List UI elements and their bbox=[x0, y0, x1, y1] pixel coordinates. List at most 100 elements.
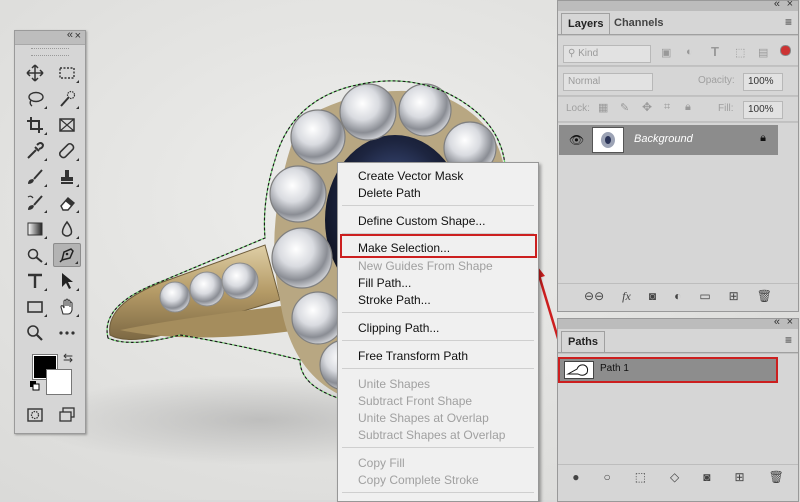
lock-transparent-icon[interactable]: ▦ bbox=[598, 101, 608, 114]
paths-panel-topbar[interactable]: « × bbox=[558, 316, 798, 329]
load-as-selection-icon[interactable]: ⬚ bbox=[635, 470, 646, 484]
fill-path-icon[interactable]: ● bbox=[572, 470, 579, 484]
tab-layers[interactable]: Layers bbox=[561, 13, 611, 34]
type-tool[interactable] bbox=[21, 269, 49, 293]
panel-grip[interactable] bbox=[31, 48, 69, 56]
lock-all-icon[interactable]: 🔒︎ bbox=[685, 101, 691, 114]
layer-row-background[interactable]: 👁︎ Background 🔒︎ bbox=[559, 125, 778, 155]
close-icon[interactable]: × bbox=[75, 30, 81, 42]
frame-tool[interactable] bbox=[53, 113, 81, 137]
lock-image-icon[interactable]: ✎ bbox=[620, 101, 629, 114]
adjustment-layer-icon[interactable]: ◐ bbox=[674, 289, 681, 303]
delete-layer-icon[interactable]: 🗑︎ bbox=[757, 289, 772, 303]
filter-pixel-icon[interactable]: ▣ bbox=[661, 46, 671, 59]
panel-menu-icon[interactable]: ≡ bbox=[785, 333, 792, 347]
new-layer-icon[interactable]: ⊞ bbox=[729, 289, 739, 303]
menu-item-make-selection[interactable]: Make Selection... bbox=[358, 241, 450, 255]
blend-mode-value: Normal bbox=[568, 76, 601, 87]
screen-mode-button[interactable] bbox=[53, 403, 81, 427]
layer-filter-kind[interactable]: ⚲ Kind bbox=[563, 45, 651, 63]
stroke-path-icon[interactable]: ○ bbox=[603, 470, 610, 484]
gradient-tool[interactable] bbox=[21, 217, 49, 241]
panel-menu-icon[interactable]: ≡ bbox=[785, 15, 792, 29]
quick-mask-button[interactable] bbox=[21, 403, 49, 427]
eraser-tool[interactable] bbox=[53, 191, 81, 215]
move-tool[interactable] bbox=[21, 61, 49, 85]
layer-lock-icon[interactable]: 🔒︎ bbox=[760, 132, 766, 145]
filter-adjustment-icon[interactable]: ◐ bbox=[686, 46, 693, 58]
opacity-input[interactable]: 100% bbox=[743, 73, 783, 91]
layers-panel-topbar[interactable]: « × bbox=[558, 0, 798, 11]
marquee-tool[interactable] bbox=[53, 61, 81, 85]
tools-panel: « × ⇆ bbox=[14, 29, 86, 434]
pen-tool[interactable] bbox=[53, 243, 81, 267]
new-group-icon[interactable]: ▭ bbox=[699, 289, 710, 303]
lasso-tool[interactable] bbox=[21, 87, 49, 111]
tab-paths[interactable]: Paths bbox=[561, 331, 605, 352]
rectangle-tool[interactable] bbox=[21, 295, 49, 319]
tab-channels[interactable]: Channels bbox=[608, 13, 670, 33]
path-selection-tool[interactable] bbox=[53, 269, 81, 293]
add-mask-icon[interactable]: ◙ bbox=[703, 470, 710, 484]
crop-tool[interactable] bbox=[21, 113, 49, 137]
hand-tool[interactable] bbox=[53, 295, 81, 319]
filter-shape-icon[interactable]: ⬚ bbox=[735, 46, 745, 59]
make-work-path-icon[interactable]: ◇ bbox=[670, 470, 679, 484]
visibility-eye-icon[interactable]: 👁︎ bbox=[569, 133, 584, 147]
more-tools-button[interactable] bbox=[53, 321, 81, 345]
path-name[interactable]: Path 1 bbox=[600, 363, 629, 374]
close-icon[interactable]: × bbox=[787, 0, 793, 10]
path-thumbnail-image bbox=[566, 364, 589, 376]
filter-type-icon[interactable]: T bbox=[711, 44, 719, 59]
link-layers-icon[interactable]: ⊖⊖ bbox=[584, 289, 604, 303]
lock-artboard-icon[interactable]: ⌗ bbox=[664, 101, 670, 114]
new-path-icon[interactable]: ⊞ bbox=[735, 470, 745, 484]
brush-tool[interactable] bbox=[21, 165, 49, 189]
layer-thumbnail-image bbox=[601, 132, 615, 148]
menu-item-create-vector-mask[interactable]: Create Vector Mask bbox=[358, 169, 463, 183]
zoom-icon bbox=[27, 325, 43, 341]
add-mask-icon[interactable]: ◙ bbox=[649, 289, 656, 303]
background-color-swatch[interactable] bbox=[46, 369, 72, 395]
menu-item-new-guides-from-shape: New Guides From Shape bbox=[358, 259, 493, 273]
menu-item-delete-path[interactable]: Delete Path bbox=[358, 186, 421, 200]
filter-smart-object-icon[interactable]: ▤ bbox=[758, 46, 768, 59]
tools-panel-header[interactable]: « × bbox=[15, 29, 85, 45]
history-brush-tool[interactable] bbox=[21, 191, 49, 215]
lasso-icon bbox=[28, 91, 44, 107]
layer-style-icon[interactable]: fx bbox=[622, 289, 631, 304]
fill-input[interactable]: 100% bbox=[743, 101, 783, 119]
healing-brush-tool[interactable] bbox=[53, 139, 81, 163]
layer-name[interactable]: Background bbox=[634, 133, 693, 145]
default-colors-icon[interactable] bbox=[30, 381, 40, 391]
menu-item-fill-path[interactable]: Fill Path... bbox=[358, 276, 411, 290]
menu-item-free-transform-path[interactable]: Free Transform Path bbox=[358, 349, 468, 363]
menu-item-copy-fill: Copy Fill bbox=[358, 456, 405, 470]
menu-item-define-custom-shape[interactable]: Define Custom Shape... bbox=[358, 214, 485, 228]
menu-item-unite-shapes: Unite Shapes bbox=[358, 377, 431, 391]
filter-toggle-icon[interactable] bbox=[780, 45, 791, 56]
close-icon[interactable]: × bbox=[787, 316, 793, 328]
delete-path-icon[interactable]: 🗑︎ bbox=[769, 470, 784, 484]
path-row-path-1[interactable]: Path 1 bbox=[558, 357, 778, 383]
eyedropper-tool[interactable] bbox=[21, 139, 49, 163]
blur-tool[interactable] bbox=[53, 217, 81, 241]
menu-item-copy-complete-stroke: Copy Complete Stroke bbox=[358, 473, 479, 487]
marquee-icon bbox=[59, 67, 75, 79]
quick-selection-tool[interactable] bbox=[53, 87, 81, 111]
zoom-tool[interactable] bbox=[21, 321, 49, 345]
menu-item-stroke-path[interactable]: Stroke Path... bbox=[358, 293, 431, 307]
blend-mode-select[interactable]: Normal bbox=[563, 73, 653, 91]
dodge-tool[interactable] bbox=[21, 243, 49, 267]
path-thumbnail bbox=[564, 361, 594, 379]
collapse-icon[interactable]: « bbox=[774, 0, 780, 10]
swap-colors-icon[interactable]: ⇆ bbox=[63, 351, 73, 365]
menu-item-clipping-path[interactable]: Clipping Path... bbox=[358, 321, 439, 335]
collapse-icon[interactable]: « bbox=[774, 316, 780, 328]
clone-stamp-tool[interactable] bbox=[53, 165, 81, 189]
pen-icon bbox=[59, 248, 74, 263]
collapse-icon[interactable]: « bbox=[67, 29, 73, 41]
context-menu: Create Vector Mask Delete Path Define Cu… bbox=[337, 162, 539, 502]
crop-icon bbox=[27, 117, 43, 133]
lock-position-icon[interactable]: ✥ bbox=[642, 100, 652, 114]
